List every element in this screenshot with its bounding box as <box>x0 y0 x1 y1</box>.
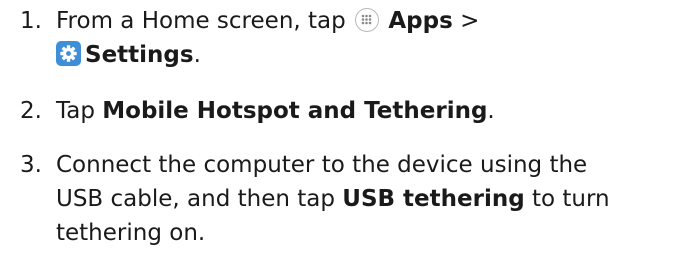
step-2-period: . <box>487 98 495 124</box>
step-1-period: . <box>193 42 201 68</box>
step-3-number: 3. <box>20 152 42 178</box>
settings-gear-icon <box>56 41 81 66</box>
step-2-text: Tap <box>56 98 95 124</box>
apps-grid-icon <box>355 7 380 32</box>
instruction-steps: 1. From a Home screen, tap Apps > Settin… <box>0 0 673 256</box>
step-1-body: From a Home screen, tap Apps > Settings. <box>56 4 663 72</box>
settings-label: Settings <box>85 42 194 68</box>
usb-tethering-label: USB tethering <box>342 186 525 212</box>
step-1-text: From a Home screen, tap <box>56 8 346 34</box>
step-1-line-1: From a Home screen, tap Apps > <box>56 4 663 38</box>
step-1: 1. From a Home screen, tap Apps > Settin… <box>20 4 663 72</box>
step-2-body: Tap Mobile Hotspot and Tethering. <box>56 94 663 128</box>
step-3-text-a: USB cable, and then tap <box>56 186 335 212</box>
step-3-line-3: tethering on. <box>56 220 206 246</box>
step-2-line-1: Tap Mobile Hotspot and Tethering. <box>56 94 663 128</box>
mobile-hotspot-label: Mobile Hotspot and Tethering <box>102 98 488 124</box>
menu-separator: > <box>460 8 480 34</box>
step-3-line-2: USB cable, and then tap USB tethering to… <box>56 182 663 216</box>
step-1-number: 1. <box>20 8 42 34</box>
step-2-number: 2. <box>20 98 42 124</box>
step-3-text-b: to turn <box>532 186 610 212</box>
step-3: 3. Connect the computer to the device us… <box>20 148 663 250</box>
step-3-body: Connect the computer to the device using… <box>56 148 663 250</box>
step-3-line-1: Connect the computer to the device using… <box>56 152 588 178</box>
step-1-line-2: Settings. <box>56 38 663 72</box>
apps-label: Apps <box>388 8 453 34</box>
step-2: 2. Tap Mobile Hotspot and Tethering. <box>20 94 663 128</box>
